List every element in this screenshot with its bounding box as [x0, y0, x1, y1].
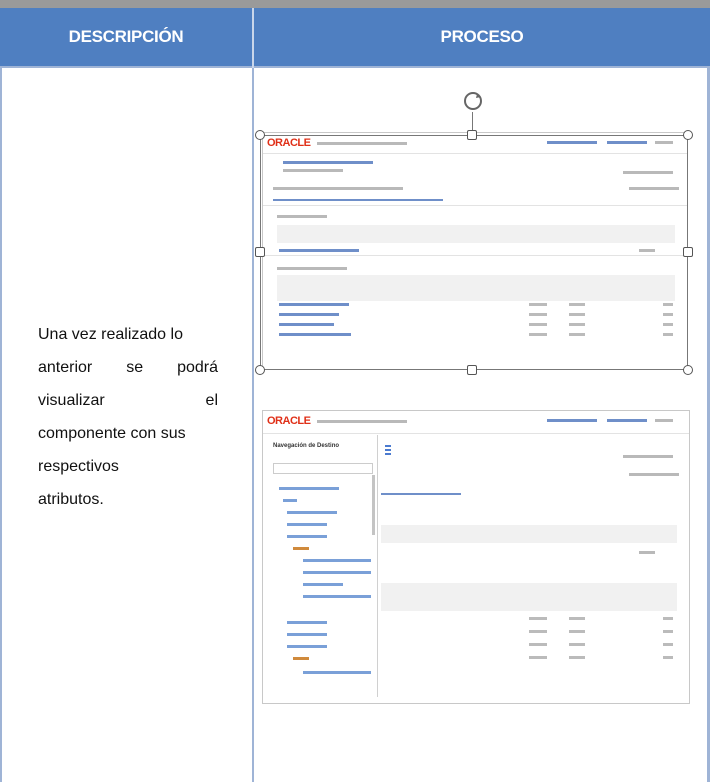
header-menu-blur: [607, 419, 647, 422]
header-menu-blur: [547, 419, 597, 422]
prefs-blur: [629, 473, 679, 476]
description-text: Una vez realizado lo anterior se podrá v…: [38, 318, 218, 516]
rotate-connector: [472, 112, 473, 130]
header-description: DESCRIPCIÓN: [68, 27, 184, 46]
rotate-handle-icon[interactable]: [462, 90, 484, 112]
screenshot-navigation-view[interactable]: ORACLE Navegación de Destino: [262, 410, 690, 704]
tree-node[interactable]: [283, 499, 297, 502]
tree-node[interactable]: [287, 633, 327, 636]
grid-left-border: [0, 66, 2, 782]
list-col-blur: [529, 617, 547, 667]
tree-node[interactable]: [287, 645, 327, 648]
tree-node[interactable]: [293, 547, 309, 550]
table-header: DESCRIPCIÓN PROCESO: [0, 8, 710, 66]
description-line: atributos.: [38, 491, 104, 508]
tree-node[interactable]: [303, 671, 371, 674]
resize-handle-right[interactable]: [683, 247, 693, 257]
description-line: respectivos: [38, 458, 119, 475]
description-line: Una vez realizado lo: [38, 326, 183, 343]
resize-handle-top[interactable]: [467, 130, 477, 140]
top-strip: [0, 0, 710, 8]
component-type-blur: [639, 551, 655, 554]
resize-handle-bottom-left[interactable]: [255, 365, 265, 375]
image-selection-box: [260, 135, 688, 370]
tree-node[interactable]: [287, 535, 327, 538]
tree-node[interactable]: [279, 487, 339, 490]
refresh-text-blur: [623, 455, 673, 458]
tree-node[interactable]: [287, 523, 327, 526]
tree-node[interactable]: [303, 595, 371, 598]
resize-handle-bottom-right[interactable]: [683, 365, 693, 375]
tree-node[interactable]: [287, 621, 327, 624]
tabs-blur: [381, 493, 461, 495]
tree-node[interactable]: [293, 657, 309, 660]
oracle-logo: ORACLE: [267, 415, 311, 427]
list-col-blur: [663, 617, 673, 667]
table-header-blur: [381, 525, 677, 543]
tree-node[interactable]: [303, 583, 343, 586]
navigation-panel-title: Navegación de Destino: [273, 443, 340, 449]
header-text-blur: [317, 420, 407, 423]
description-line: anterior se podrá: [38, 359, 218, 376]
header-process: PROCESO: [440, 27, 524, 46]
resize-handle-bottom[interactable]: [467, 365, 477, 375]
panel-toggle-icon[interactable]: [385, 445, 391, 455]
resize-handle-top-right[interactable]: [683, 130, 693, 140]
grid-column-divider-body: [252, 68, 254, 782]
search-field[interactable]: [273, 463, 373, 474]
description-line: visualizar el: [38, 392, 218, 409]
description-line: componente con sus: [38, 425, 186, 442]
table-header-blur: [381, 583, 677, 611]
divider: [263, 433, 689, 434]
navigation-panel[interactable]: Navegación de Destino: [269, 435, 378, 697]
tree-node[interactable]: [303, 559, 371, 562]
tree-node[interactable]: [303, 571, 371, 574]
panel-scrollbar[interactable]: [372, 475, 375, 535]
tree-node[interactable]: [287, 511, 337, 514]
resize-handle-left[interactable]: [255, 247, 265, 257]
resize-handle-top-left[interactable]: [255, 130, 265, 140]
list-col-blur: [569, 617, 585, 667]
grid-row-divider: [0, 66, 710, 68]
header-user-blur: [655, 419, 673, 422]
